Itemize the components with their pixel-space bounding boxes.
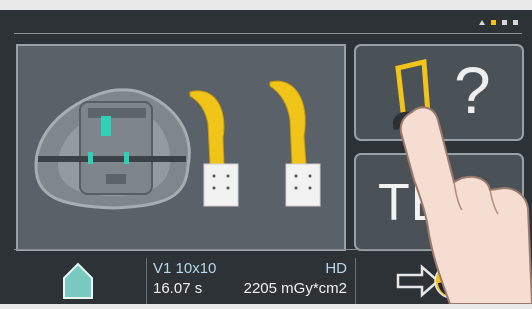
top-divider: [14, 33, 522, 34]
pointing-hand: [399, 106, 532, 304]
indicator-active: [491, 20, 496, 25]
info-row-values: 16.07 s 2205 mGy*cm2: [153, 280, 347, 297]
main-image-panel: [16, 44, 346, 251]
indicator-triangle: [479, 20, 485, 25]
indicator-dot: [513, 20, 518, 25]
home-button[interactable]: [56, 258, 100, 302]
home-icon: [63, 262, 93, 299]
bite-block-left: [189, 90, 239, 207]
exposure-time: 16.07 s: [153, 280, 203, 297]
page-indicators: [479, 20, 518, 25]
program-label: V1 10x10: [153, 260, 217, 277]
info-row-program: V1 10x10 HD: [153, 260, 347, 277]
resolution-label: HD: [325, 260, 347, 277]
phantom-illustration: [34, 80, 321, 210]
bite-block-right: [269, 80, 321, 207]
indicator-dot: [502, 20, 507, 25]
dose-value: 2205 mGy*cm2: [243, 280, 347, 297]
exposure-info: V1 10x10 HD 16.07 s 2205 mGy*cm2: [146, 258, 356, 304]
